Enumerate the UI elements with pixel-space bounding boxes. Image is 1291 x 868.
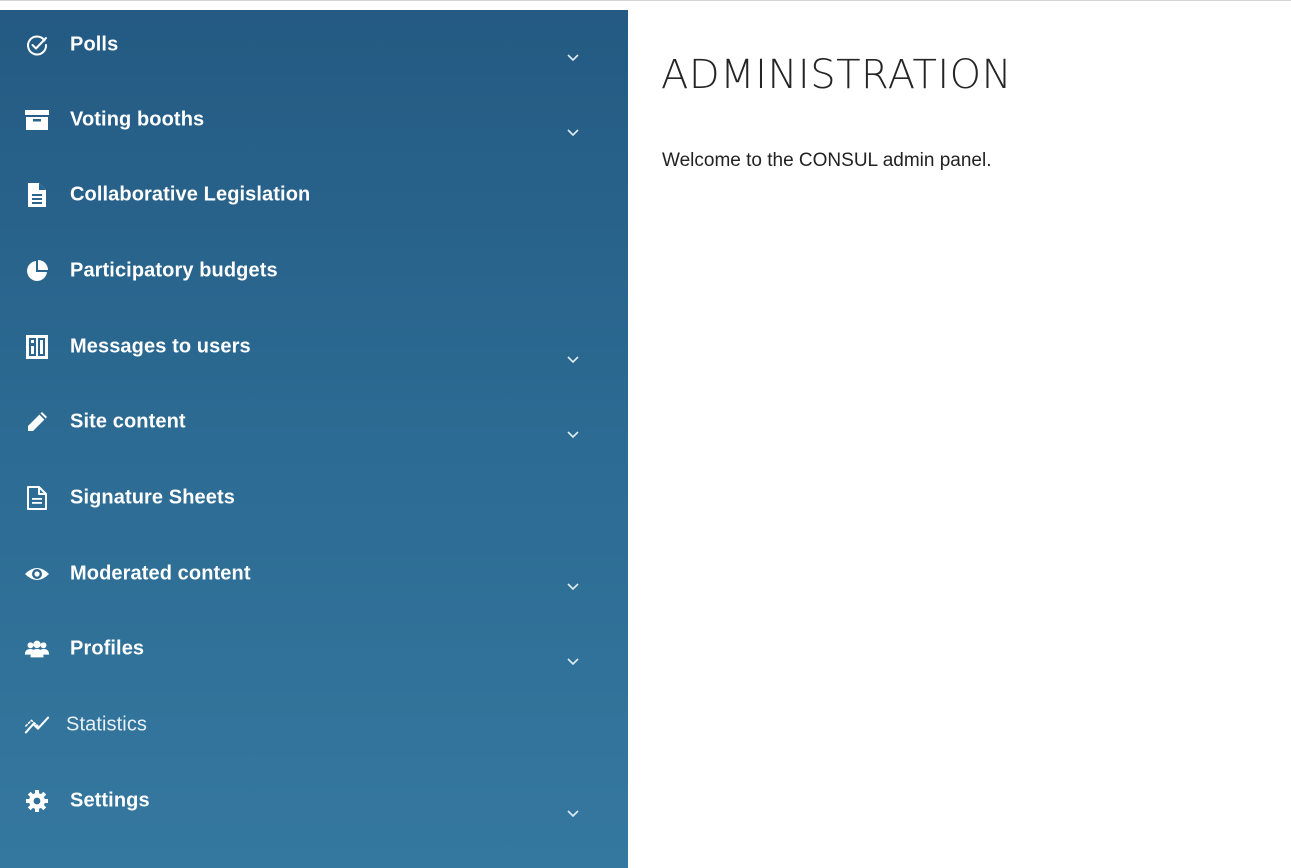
sidebar-item-statistics[interactable]: Statistics <box>0 695 628 755</box>
sidebar-item-messages-to-users[interactable]: Messages to users <box>0 317 628 377</box>
sidebar-item-signature-sheets[interactable]: Signature Sheets <box>0 468 628 528</box>
chevron-down-icon[interactable] <box>566 53 580 63</box>
users-icon <box>24 636 50 662</box>
sidebar-item-label: Polls <box>70 33 119 56</box>
chevron-down-icon[interactable] <box>566 430 580 440</box>
sidebar-item-label: Collaborative Legislation <box>70 183 311 206</box>
page-title: ADMINISTRATION <box>661 52 1013 98</box>
sidebar-item-settings[interactable]: Settings <box>0 771 628 831</box>
sidebar-item-site-content[interactable]: Site content <box>0 392 628 452</box>
sidebar-item-label: Site content <box>70 410 186 433</box>
sidebar-item-label: Statistics <box>66 713 148 736</box>
chevron-down-icon[interactable] <box>566 809 580 819</box>
check-circle-icon <box>24 32 50 58</box>
chevron-down-icon[interactable] <box>566 128 580 138</box>
sidebar-item-label: Voting booths <box>70 108 205 131</box>
sidebar-item-label: Participatory budgets <box>70 259 278 282</box>
chevron-down-icon[interactable] <box>566 355 580 365</box>
admin-sidebar: Polls Voting booths Collaborative Legisl… <box>0 10 628 868</box>
newsletter-icon <box>24 334 50 360</box>
sidebar-item-participatory-budgets[interactable]: Participatory budgets <box>0 241 628 301</box>
sidebar-item-moderated-content[interactable]: Moderated content <box>0 544 628 604</box>
sidebar-item-label: Signature Sheets <box>70 486 235 509</box>
sidebar-item-label: Profiles <box>70 637 145 660</box>
sidebar-item-profiles[interactable]: Profiles <box>0 619 628 679</box>
main-content: ADMINISTRATION Welcome to the CONSUL adm… <box>628 10 1291 868</box>
sidebar-item-label: Messages to users <box>70 335 251 358</box>
sidebar-item-voting-booths[interactable]: Voting booths <box>0 90 628 150</box>
pencil-icon <box>24 409 50 435</box>
chevron-down-icon[interactable] <box>566 657 580 667</box>
sidebar-item-label: Settings <box>70 789 150 812</box>
eye-icon <box>24 561 50 587</box>
chevron-down-icon[interactable] <box>566 582 580 592</box>
sidebar-item-polls[interactable]: Polls <box>0 15 628 75</box>
signature-sheet-icon <box>24 485 50 511</box>
gear-icon <box>24 788 50 814</box>
welcome-message: Welcome to the CONSUL admin panel. <box>662 150 992 171</box>
top-border <box>0 0 1291 1</box>
pie-chart-icon <box>24 258 50 284</box>
sidebar-item-collaborative-legislation[interactable]: Collaborative Legislation <box>0 165 628 225</box>
document-icon <box>24 182 50 208</box>
stats-icon <box>24 712 50 738</box>
sidebar-item-label: Moderated content <box>70 562 251 585</box>
archive-box-icon <box>24 107 50 133</box>
